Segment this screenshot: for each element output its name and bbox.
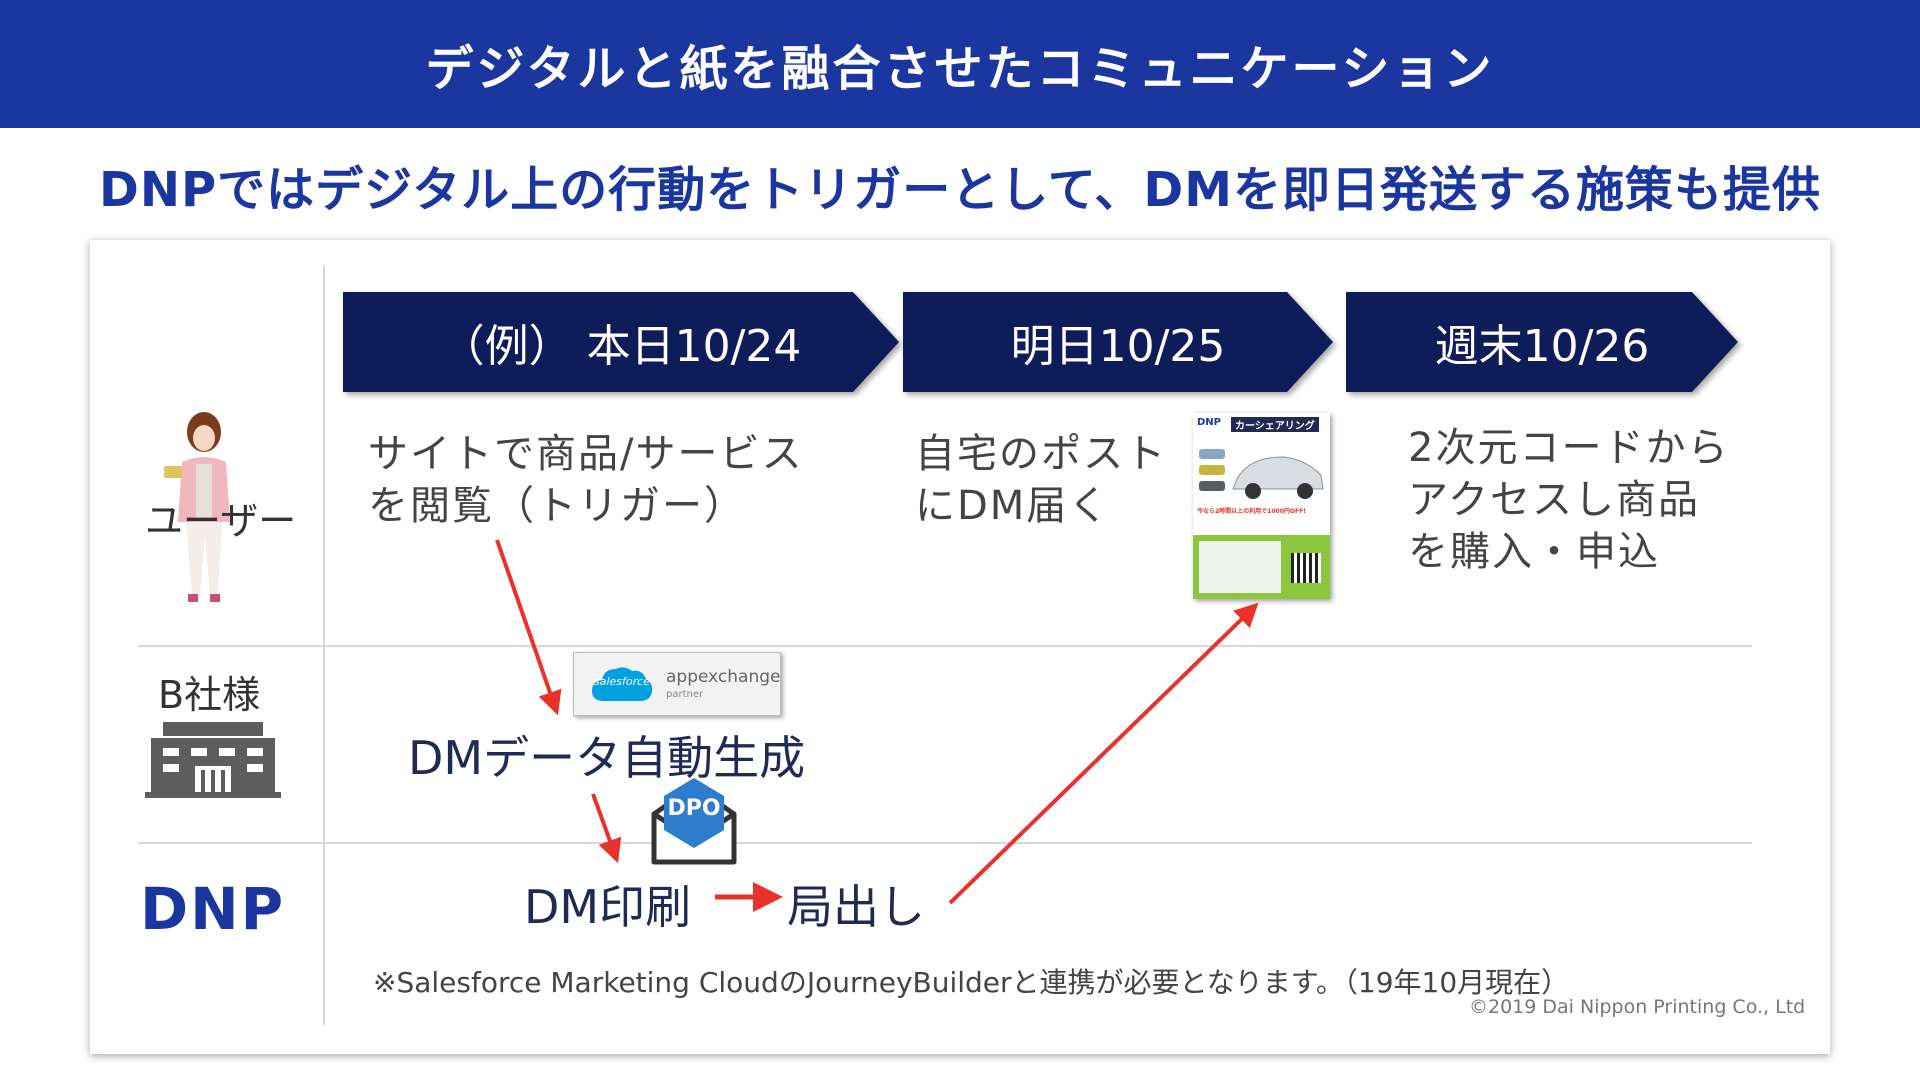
arrow-dispatch-to-delivery bbox=[948, 602, 1259, 905]
arrow-data-to-print bbox=[591, 793, 622, 864]
footnote: ※Salesforce Marketing CloudのJourneyBuild… bbox=[373, 966, 1570, 999]
copyright: ©2019 Dai Nippon Printing Co., Ltd bbox=[1469, 996, 1806, 1018]
arrow-trigger-to-data bbox=[495, 539, 562, 716]
flow-arrows bbox=[495, 539, 1259, 912]
